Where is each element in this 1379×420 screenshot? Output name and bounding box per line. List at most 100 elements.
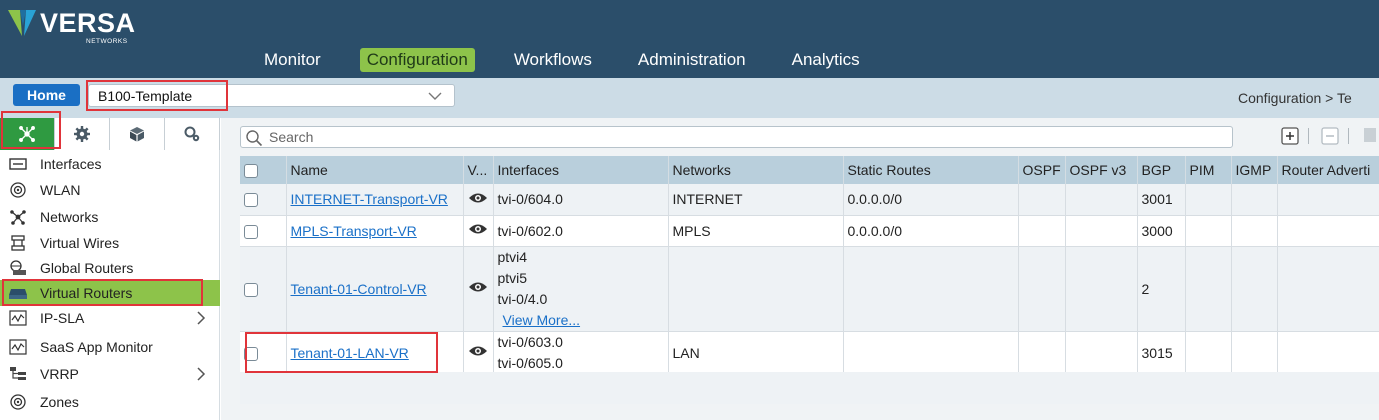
- virtual-wires-icon: [8, 235, 28, 251]
- col-header-view[interactable]: V...: [463, 156, 494, 184]
- sidebar-item-ip-sla[interactable]: IP-SLA: [0, 305, 220, 331]
- clone-icon[interactable]: [1360, 126, 1379, 146]
- chevron-right-icon[interactable]: [196, 311, 206, 325]
- sidebar-item-interfaces[interactable]: Interfaces: [0, 151, 220, 177]
- sidebar-tab-settings[interactable]: [55, 118, 110, 150]
- router-name-link[interactable]: Tenant-01-Control-VR: [291, 281, 427, 297]
- igmp-value: [1231, 246, 1278, 332]
- sidebar-item-label: Zones: [40, 394, 79, 410]
- home-button[interactable]: Home: [13, 84, 80, 106]
- eye-icon[interactable]: [468, 280, 488, 294]
- view-more-link[interactable]: View More...: [503, 312, 581, 328]
- table-row[interactable]: Tenant-01-LAN-VR tvi-0/603.0 tvi-0/605.0…: [240, 331, 1379, 375]
- col-header-bgp[interactable]: BGP: [1137, 156, 1186, 184]
- row-checkbox[interactable]: [244, 282, 258, 297]
- toolbar-divider: [1348, 128, 1349, 144]
- ra-value: [1277, 246, 1379, 332]
- interface-value: ptvi5: [497, 269, 528, 286]
- sidebar-tab-services[interactable]: [165, 118, 220, 150]
- router-name-link[interactable]: INTERNET-Transport-VR: [291, 191, 448, 207]
- sidebar-item-virtual-wires[interactable]: Virtual Wires: [0, 230, 220, 256]
- bgp-value: 3000: [1137, 215, 1186, 247]
- ospf-value: [1018, 215, 1066, 247]
- ra-value: [1277, 331, 1379, 375]
- table-row[interactable]: Tenant-01-Control-VR ptvi4 ptvi5 tvi-0/4…: [240, 246, 1379, 332]
- eye-icon[interactable]: [468, 222, 488, 236]
- select-all-checkbox[interactable]: [244, 164, 258, 179]
- col-header-interfaces[interactable]: Interfaces: [493, 156, 669, 184]
- networks-value: LAN: [668, 331, 844, 375]
- nav-configuration[interactable]: Configuration: [359, 48, 475, 72]
- sidebar-item-global-routers[interactable]: Global Routers: [0, 255, 220, 281]
- virtual-routers-grid: Name V... Interfaces Networks Static Rou…: [240, 156, 1379, 404]
- sidebar-item-wlan[interactable]: WLAN: [0, 177, 220, 203]
- interface-icon: [8, 156, 28, 172]
- col-header-igmp[interactable]: IGMP: [1231, 156, 1278, 184]
- table-row[interactable]: INTERNET-Transport-VR tvi-0/604.0 INTERN…: [240, 184, 1379, 216]
- template-select[interactable]: B100-Template: [88, 84, 455, 107]
- sidebar-item-label: Global Routers: [40, 260, 134, 276]
- ospf-value: [1018, 331, 1066, 375]
- eye-icon[interactable]: [468, 191, 488, 205]
- ospfv3-value: [1065, 215, 1138, 247]
- add-icon[interactable]: [1280, 126, 1300, 146]
- interface-value: tvi-0/603.0: [497, 333, 563, 350]
- static-routes-value: [843, 331, 1019, 375]
- sidebar-item-label: IP-SLA: [40, 310, 85, 326]
- ospfv3-value: [1065, 184, 1138, 216]
- bgp-value: 2: [1137, 246, 1186, 332]
- sidebar-tab-networking[interactable]: [0, 118, 55, 150]
- virtual-router-icon: [8, 285, 28, 301]
- sidebar-item-label: Networks: [40, 209, 99, 225]
- sidebar-item-virtual-routers[interactable]: Virtual Routers: [0, 280, 220, 306]
- top-header: VERSA NETWORKS Monitor Configuration Wor…: [0, 0, 1379, 78]
- remove-icon[interactable]: [1320, 126, 1340, 146]
- sidebar-item-label: WLAN: [40, 182, 81, 198]
- chevron-down-icon: [428, 92, 442, 100]
- chevron-right-icon[interactable]: [196, 367, 206, 381]
- bgp-value: 3015: [1137, 331, 1186, 375]
- col-header-networks[interactable]: Networks: [668, 156, 844, 184]
- settings-services-icon: [184, 126, 200, 142]
- igmp-value: [1231, 331, 1278, 375]
- versa-logo: VERSA NETWORKS: [6, 6, 136, 46]
- sidebar-item-vrrp[interactable]: VRRP: [0, 361, 220, 387]
- search-box[interactable]: [240, 126, 1233, 148]
- col-header-router-advertisement[interactable]: Router Adverti: [1277, 156, 1379, 184]
- sidebar-item-saas-app-monitor[interactable]: SaaS App Monitor: [0, 334, 220, 360]
- row-checkbox[interactable]: [244, 193, 258, 208]
- router-name-link[interactable]: MPLS-Transport-VR: [291, 223, 417, 239]
- sidebar-item-label: VRRP: [40, 366, 79, 382]
- ra-value: [1277, 184, 1379, 216]
- nav-analytics[interactable]: Analytics: [785, 48, 867, 72]
- breadcrumb: Configuration > Te: [1238, 90, 1352, 106]
- sidebar-tab-objects[interactable]: [110, 118, 165, 150]
- col-header-static-routes[interactable]: Static Routes: [843, 156, 1019, 184]
- nav-monitor[interactable]: Monitor: [257, 48, 328, 72]
- sidebar-item-zones[interactable]: Zones: [0, 389, 220, 415]
- col-header-pim[interactable]: PIM: [1185, 156, 1232, 184]
- nav-administration[interactable]: Administration: [631, 48, 753, 72]
- search-input[interactable]: [269, 128, 1169, 146]
- grid-empty-area: [240, 372, 1379, 404]
- col-header-name[interactable]: Name: [286, 156, 464, 184]
- interface-value: tvi-0/602.0: [497, 222, 563, 239]
- sidebar-item-label: SaaS App Monitor: [40, 339, 153, 355]
- col-header-ospfv3[interactable]: OSPF v3: [1065, 156, 1138, 184]
- select-all-header[interactable]: [240, 156, 287, 184]
- cube-icon: [130, 127, 144, 142]
- sidebar-item-networks[interactable]: Networks: [0, 204, 220, 230]
- eye-icon[interactable]: [468, 344, 488, 358]
- sidebar-tabs: [0, 118, 220, 150]
- pim-value: [1185, 331, 1232, 375]
- col-header-ospf[interactable]: OSPF: [1018, 156, 1066, 184]
- ip-sla-icon: [8, 310, 28, 326]
- ospf-value: [1018, 184, 1066, 216]
- row-checkbox[interactable]: [244, 224, 258, 239]
- table-row[interactable]: MPLS-Transport-VR tvi-0/602.0 MPLS 0.0.0…: [240, 215, 1379, 247]
- router-name-link[interactable]: Tenant-01-LAN-VR: [291, 345, 409, 361]
- networks-value: MPLS: [668, 215, 844, 247]
- row-checkbox[interactable]: [244, 346, 258, 361]
- igmp-value: [1231, 184, 1278, 216]
- nav-workflows[interactable]: Workflows: [507, 48, 599, 72]
